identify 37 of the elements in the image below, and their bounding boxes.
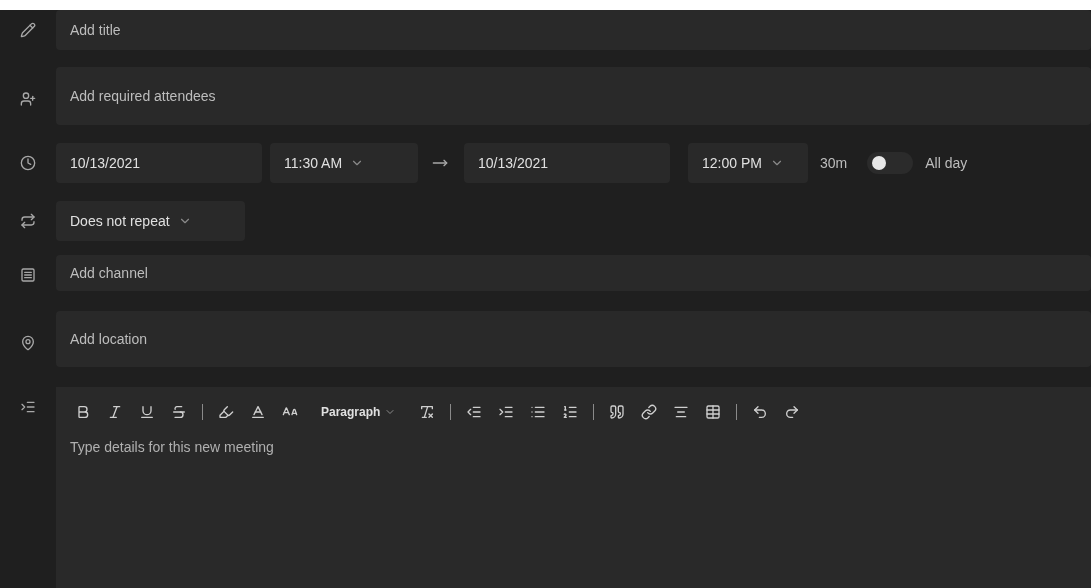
clock-icon bbox=[20, 155, 36, 171]
pencil-icon bbox=[20, 22, 36, 38]
clear-format-icon bbox=[419, 404, 436, 420]
italic-icon bbox=[107, 404, 123, 420]
bullet-list-icon bbox=[530, 404, 547, 420]
highlight-icon bbox=[218, 404, 234, 420]
title-field[interactable]: Add title bbox=[56, 10, 1091, 50]
channel-field[interactable]: Add channel bbox=[56, 255, 1091, 291]
numbered-list-icon bbox=[562, 404, 579, 420]
person-add-icon bbox=[20, 91, 36, 107]
underline-icon bbox=[139, 404, 155, 420]
repeat-icon bbox=[20, 213, 36, 229]
all-day-toggle[interactable] bbox=[867, 152, 914, 174]
undo-icon bbox=[752, 404, 769, 420]
location-icon bbox=[20, 335, 36, 351]
bold-icon bbox=[75, 404, 91, 420]
table-icon bbox=[705, 404, 722, 420]
repeat-dropdown[interactable]: Does not repeat bbox=[56, 201, 245, 241]
end-time-dropdown[interactable]: 12:00 PM bbox=[688, 143, 808, 183]
attendees-field[interactable]: Add required attendees bbox=[56, 67, 1091, 125]
align-icon bbox=[673, 404, 690, 420]
redo-icon bbox=[784, 404, 801, 420]
quote-icon bbox=[609, 404, 626, 420]
paragraph-dropdown[interactable]: Paragraph bbox=[321, 403, 397, 421]
strikethrough-icon bbox=[171, 404, 187, 420]
start-date-field[interactable]: 10/13/2021 bbox=[56, 143, 262, 183]
all-day-label: All day bbox=[925, 153, 968, 173]
outdent-icon bbox=[466, 404, 483, 420]
font-color-icon bbox=[250, 404, 266, 420]
details-editor[interactable]: Paragraph Type details for this new meeting bbox=[56, 387, 1091, 588]
location-field[interactable]: Add location bbox=[56, 311, 1091, 367]
end-date-field[interactable]: 10/13/2021 bbox=[464, 143, 670, 183]
duration-text: 30m bbox=[820, 153, 848, 173]
indent-icon bbox=[498, 404, 515, 420]
details-placeholder: Type details for this new meeting bbox=[70, 438, 275, 457]
start-time-dropdown[interactable]: 11:30 AM bbox=[270, 143, 418, 183]
link-icon bbox=[641, 404, 658, 420]
